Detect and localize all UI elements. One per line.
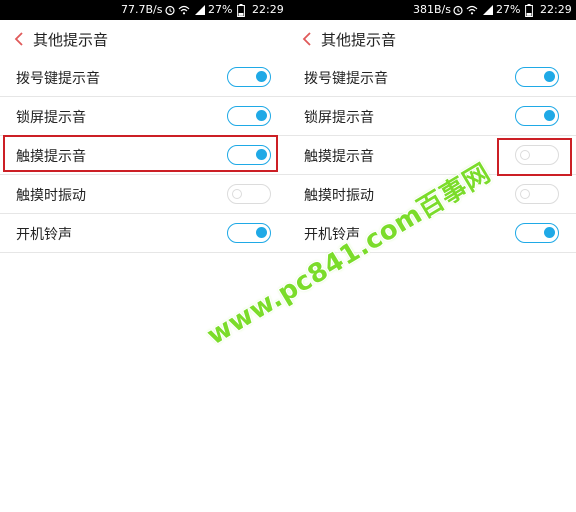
signal-icon [482,0,494,20]
dial-tone-toggle[interactable] [227,67,271,87]
lock-sound-toggle[interactable] [515,106,559,126]
toggle-knob [256,227,267,238]
setting-row-lock-sound: 锁屏提示音 [0,97,288,136]
battery-percent: 27% [496,3,521,16]
clock: 22:29 [252,3,284,16]
screen-after: 381B/s 27% 22:29 其他提示音 拨号键提示音 锁屏提示音 触摸提示… [288,0,576,512]
toggle-knob [256,71,267,82]
toggle-knob [520,150,530,160]
setting-row-dial-tone: 拨号键提示音 [288,58,576,97]
setting-label: 触摸提示音 [16,149,86,165]
setting-label: 触摸时振动 [304,188,374,204]
setting-label: 开机铃声 [16,227,72,243]
dial-tone-toggle[interactable] [515,67,559,87]
setting-row-touch-vibration: 触摸时振动 [0,175,288,214]
toggle-knob [544,71,555,82]
title-bar: 其他提示音 [0,20,288,59]
signal-icon [194,0,206,20]
lock-sound-toggle[interactable] [227,106,271,126]
status-bar: 77.7B/s 27% 22:29 [0,0,288,20]
chevron-left-icon [14,32,23,46]
touch-sound-toggle[interactable] [227,145,271,165]
screen-before: 77.7B/s 27% 22:29 其他提示音 拨号键提示音 锁屏提示音 触摸提… [0,0,288,512]
page-title: 其他提示音 [321,31,397,49]
setting-label: 锁屏提示音 [16,110,86,126]
touch-vibration-toggle[interactable] [227,184,271,204]
clock: 22:29 [540,3,572,16]
battery-icon [525,0,533,20]
toggle-knob [520,189,530,199]
setting-row-dial-tone: 拨号键提示音 [0,58,288,97]
toggle-knob [256,110,267,121]
wifi-icon [466,0,478,20]
toggle-knob [544,227,555,238]
network-speed: 381B/s [413,3,451,16]
setting-label: 开机铃声 [304,227,360,243]
page-title: 其他提示音 [33,31,109,49]
toggle-knob [544,110,555,121]
setting-label: 拨号键提示音 [304,71,388,87]
alarm-icon [452,0,464,20]
setting-row-touch-vibration: 触摸时振动 [288,175,576,214]
title-bar: 其他提示音 [288,20,576,59]
chevron-left-icon [302,32,311,46]
setting-label: 拨号键提示音 [16,71,100,87]
toggle-knob [232,189,242,199]
setting-row-touch-sound: 触摸提示音 [0,136,288,175]
status-bar: 381B/s 27% 22:29 [288,0,576,20]
boot-ringtone-toggle[interactable] [515,223,559,243]
back-button[interactable] [300,30,316,48]
back-button[interactable] [12,30,28,48]
touch-vibration-toggle[interactable] [515,184,559,204]
setting-row-boot-ringtone: 开机铃声 [0,214,288,253]
network-speed: 77.7B/s [121,3,163,16]
setting-row-lock-sound: 锁屏提示音 [288,97,576,136]
alarm-icon [164,0,176,20]
setting-label: 触摸时振动 [16,188,86,204]
battery-icon [237,0,245,20]
setting-label: 锁屏提示音 [304,110,374,126]
setting-label: 触摸提示音 [304,149,374,165]
boot-ringtone-toggle[interactable] [227,223,271,243]
setting-row-touch-sound: 触摸提示音 [288,136,576,175]
toggle-knob [256,149,267,160]
battery-percent: 27% [208,3,233,16]
setting-row-boot-ringtone: 开机铃声 [288,214,576,253]
wifi-icon [178,0,190,20]
touch-sound-toggle[interactable] [515,145,559,165]
